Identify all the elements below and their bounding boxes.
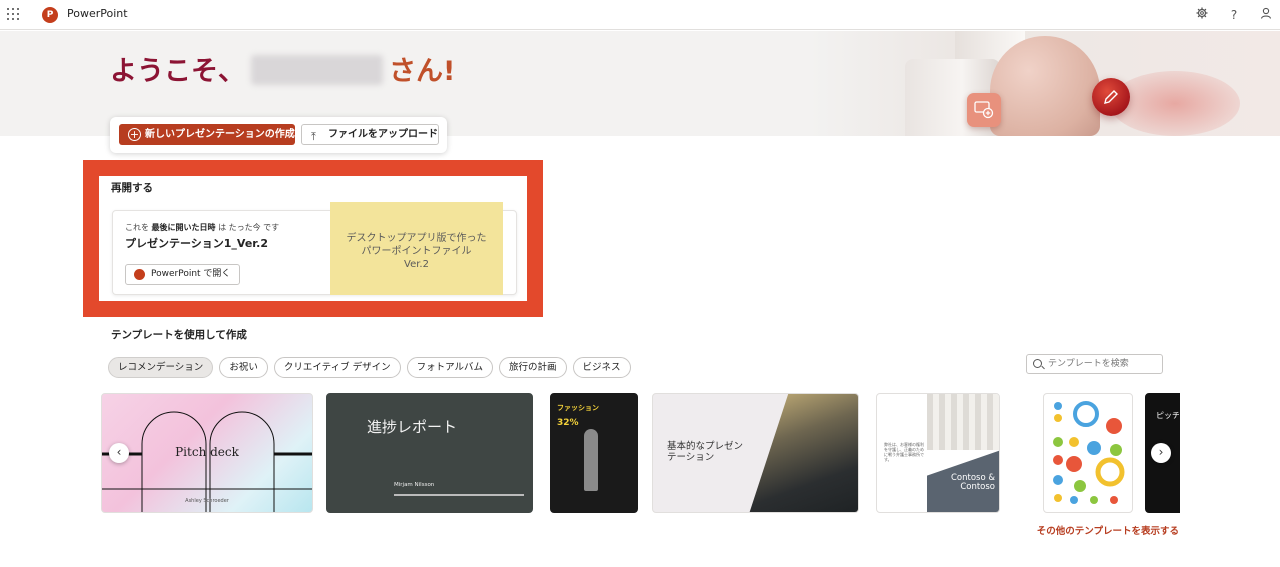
template-stat: 32%	[557, 418, 579, 428]
welcome-heading: ようこそ、 さん!	[110, 49, 455, 88]
template-title: Contoso & Contoso	[951, 474, 995, 492]
templates-heading: テンプレートを使用して作成	[111, 329, 247, 341]
template-body-text: 弊社は、お客様の権利を守護し、正義のために戦う弁護士事務所です。	[884, 442, 924, 462]
search-icon	[1033, 359, 1042, 368]
meta-bold: 最後に開いた日時	[151, 223, 216, 232]
filter-celebration[interactable]: お祝い	[219, 357, 268, 378]
thumb-line: パワーポイントファイル	[361, 246, 472, 257]
infographic-shapes	[1053, 401, 1125, 504]
template-title: ピッチ デ	[1156, 411, 1180, 420]
new-presentation-button[interactable]: + 新しいプレゼンテーションの作成	[119, 124, 295, 145]
recent-file-thumbnail[interactable]: デスクトップアプリ版で作った パワーポイントファイル Ver.2	[330, 202, 503, 295]
top-bar: P PowerPoint ?	[0, 0, 1280, 30]
thumb-line: デスクトップアプリ版で作った	[346, 233, 487, 244]
template-title: 進捗レポート	[367, 418, 458, 436]
template-search-input[interactable]: テンプレートを検索	[1026, 354, 1163, 374]
template-title: ファッション	[557, 404, 599, 412]
title-line: テーション	[667, 452, 715, 463]
template-filters: レコメンデーション お祝い クリエイティブ デザイン フォトアルバム 旅行の計画…	[108, 357, 631, 378]
add-slide-icon	[967, 93, 1001, 127]
filter-recommended[interactable]: レコメンデーション	[108, 357, 214, 378]
hero-illustration	[810, 31, 1280, 136]
template-figure	[584, 429, 598, 491]
plus-circle-icon: +	[128, 128, 141, 141]
open-in-powerpoint-button[interactable]: PowerPoint で開く	[125, 264, 240, 285]
more-templates-link[interactable]: その他のテンプレートを表示する	[1037, 523, 1179, 537]
recent-file-card[interactable]: これを 最後に開いた日時 は たった今 です プレゼンテーション1_Ver.2 …	[112, 202, 517, 295]
filter-business[interactable]: ビジネス	[572, 357, 631, 378]
title-line: 基本的なプレゼン	[667, 441, 744, 452]
account-icon[interactable]	[1257, 6, 1275, 24]
template-photo	[749, 394, 858, 512]
template-pitch-deck[interactable]: Pitch deck Ashley Schroeder	[101, 393, 313, 513]
template-progress-report[interactable]: 進捗レポート Mirjam Nilsson	[326, 393, 533, 513]
template-colorful-infographic[interactable]	[1043, 393, 1133, 513]
powerpoint-logo-icon	[134, 269, 145, 280]
carousel-prev-button[interactable]: ‹	[109, 443, 129, 463]
template-subtitle: Mirjam Nilsson	[394, 482, 435, 488]
meta-prefix: これを	[125, 223, 149, 232]
template-basic-presentation[interactable]: 基本的なプレゼン テーション	[652, 393, 859, 513]
hero-shape	[990, 36, 1100, 136]
upload-file-label: ファイルをアップロード	[328, 129, 438, 140]
filter-travel-plan[interactable]: 旅行の計画	[499, 357, 567, 378]
template-title: 基本的なプレゼン テーション	[667, 441, 743, 463]
powerpoint-logo-icon: P	[42, 7, 58, 23]
app-name[interactable]: PowerPoint	[67, 7, 128, 20]
welcome-prefix: ようこそ、	[110, 56, 245, 87]
carousel-next-button[interactable]: ›	[1151, 443, 1171, 463]
upload-icon: ⤒	[311, 130, 316, 143]
template-columns-photo	[927, 394, 999, 450]
welcome-suffix: さん!	[389, 56, 456, 87]
user-name-redacted	[251, 55, 383, 85]
template-title: Pitch deck	[175, 445, 239, 459]
help-icon[interactable]: ?	[1225, 6, 1243, 24]
gear-icon[interactable]	[1193, 6, 1211, 24]
filter-photo-album[interactable]: フォトアルバム	[406, 357, 493, 378]
thumb-line: Ver.2	[404, 259, 429, 270]
template-subtitle: Ashley Schroeder	[185, 498, 229, 504]
apps-launcher-icon[interactable]	[7, 8, 19, 20]
template-rule	[394, 494, 524, 496]
template-contoso[interactable]: 弊社は、お客様の権利を守護し、正義のために戦う弁護士事務所です。 Contoso…	[876, 393, 1000, 513]
recent-file-meta: これを 最後に開いた日時 は たった今 です	[125, 222, 279, 233]
new-presentation-label: 新しいプレゼンテーションの作成	[145, 129, 295, 140]
pen-icon	[1092, 78, 1130, 116]
resume-heading: 再開する	[111, 182, 153, 194]
hero-glow	[1110, 71, 1240, 136]
create-actions: + 新しいプレゼンテーションの作成 ⤒ ファイルをアップロード	[110, 117, 447, 153]
filter-creative-design[interactable]: クリエイティブ デザイン	[273, 357, 401, 378]
upload-file-button[interactable]: ⤒ ファイルをアップロード	[301, 124, 439, 145]
title-line: Contoso	[960, 482, 995, 492]
template-fashion-infographic[interactable]: ファッション 32%	[550, 393, 638, 513]
open-label: PowerPoint で開く	[151, 269, 231, 279]
recent-file-name[interactable]: プレゼンテーション1_Ver.2	[125, 235, 268, 251]
meta-suffix: は たった今 です	[218, 223, 280, 232]
search-placeholder: テンプレートを検索	[1048, 359, 1129, 369]
